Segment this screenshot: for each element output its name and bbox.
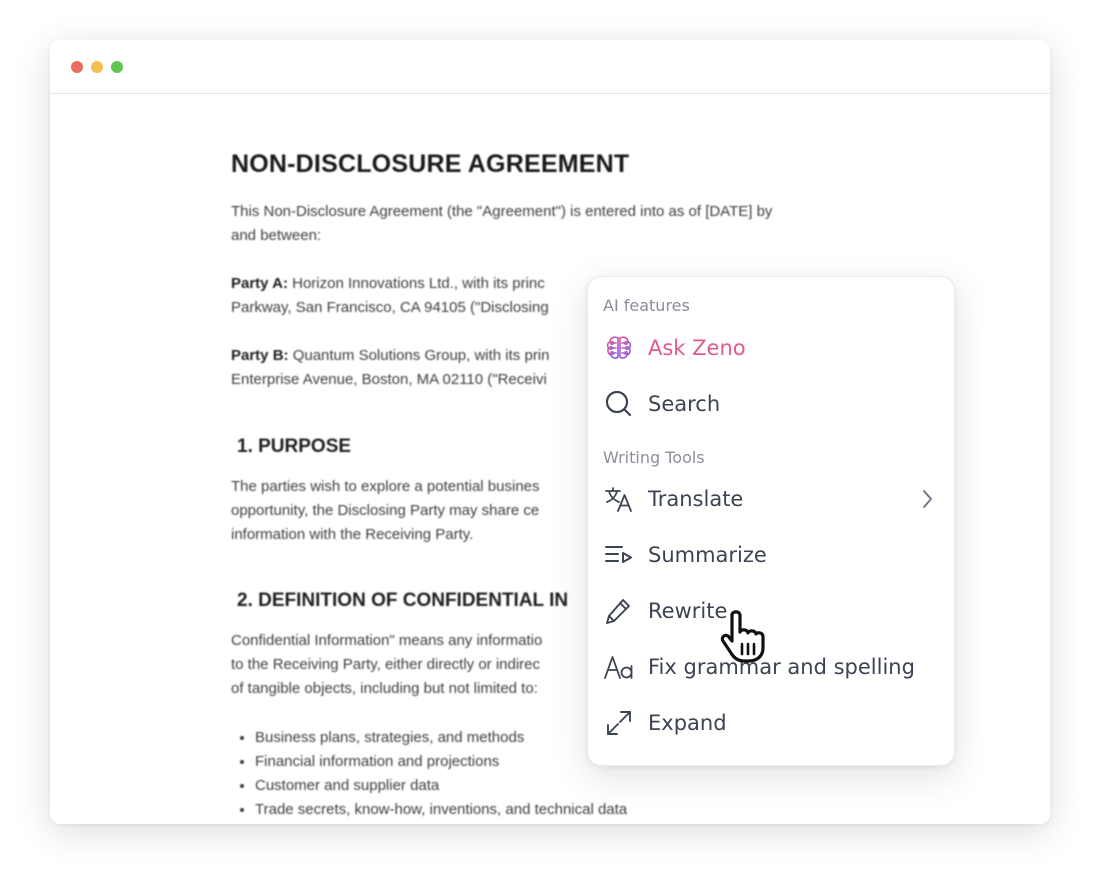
section-1-heading: 1. PURPOSE <box>237 436 352 457</box>
writing-tools-section-label: Writing Tools <box>603 448 705 467</box>
search-menu-item[interactable]: Search <box>588 380 954 428</box>
party-b-text: Quantum Solutions Group, with its prin <box>288 347 550 364</box>
list-item: Business plans, strategies, and methods <box>255 726 627 750</box>
expand-label: Expand <box>648 711 727 735</box>
translate-menu-item[interactable]: Translate <box>588 475 954 523</box>
summarize-icon <box>604 541 634 569</box>
party-a-line-2: Parkway, San Francisco, CA 94105 ("Discl… <box>231 299 549 316</box>
rewrite-label: Rewrite <box>648 599 728 623</box>
close-window-button[interactable] <box>71 61 83 73</box>
search-label: Search <box>648 392 721 416</box>
section-1-line-2: opportunity, the Disclosing Party may sh… <box>231 502 540 519</box>
expand-arrows-icon <box>604 709 634 737</box>
party-a-label: Party A: <box>231 275 288 292</box>
intro-line-1: This Non-Disclosure Agreement (the "Agre… <box>231 203 773 220</box>
zoom-window-button[interactable] <box>111 61 123 73</box>
bullet-list: Business plans, strategies, and methods … <box>231 726 627 822</box>
expand-menu-item[interactable]: Expand <box>588 699 954 747</box>
chevron-right-icon <box>920 488 934 510</box>
section-2-line-2: to the Receiving Party, either directly … <box>231 656 541 673</box>
translate-icon <box>604 485 634 513</box>
section-2-line-3: of tangible objects, including but not l… <box>231 680 538 697</box>
fix-grammar-label: Fix grammar and spelling <box>648 655 915 679</box>
section-2-heading: 2. DEFINITION OF CONFIDENTIAL IN <box>237 590 569 611</box>
minimize-window-button[interactable] <box>91 61 103 73</box>
brain-icon <box>604 334 634 362</box>
hand-pointer-cursor-icon <box>720 610 770 664</box>
party-b-line-1: Party B: Quantum Solutions Group, with i… <box>231 344 550 368</box>
party-a-line-1: Party A: Horizon Innovations Ltd., with … <box>231 272 545 296</box>
party-a-text: Horizon Innovations Ltd., with its princ <box>287 275 545 292</box>
rewrite-menu-item[interactable]: Rewrite <box>588 587 954 635</box>
section-2-line-1: Confidential Information" means any info… <box>231 632 543 649</box>
search-icon <box>604 390 634 418</box>
ask-zeno-menu-item[interactable]: Ask Zeno <box>588 324 954 372</box>
ai-features-section-label: AI features <box>603 296 690 315</box>
document-title: NON-DISCLOSURE AGREEMENT <box>231 150 630 178</box>
summarize-label: Summarize <box>648 543 767 567</box>
title-bar <box>50 40 1050 94</box>
party-b-label: Party B: <box>231 347 289 364</box>
section-1-line-1: The parties wish to explore a potential … <box>231 478 540 495</box>
app-window: NON-DISCLOSURE AGREEMENT This Non-Disclo… <box>50 40 1050 824</box>
list-item: Customer and supplier data <box>255 774 627 798</box>
ask-zeno-label: Ask Zeno <box>648 336 746 360</box>
font-aa-icon <box>604 653 634 681</box>
list-item: Financial information and projections <box>255 750 627 774</box>
list-item: Trade secrets, know-how, inventions, and… <box>255 798 627 822</box>
pencil-icon <box>604 597 634 625</box>
party-b-line-2: Enterprise Avenue, Boston, MA 02110 ("Re… <box>231 371 547 388</box>
context-menu: AI features Ask Zeno Search Writing Tool… <box>587 276 955 766</box>
intro-line-2: and between: <box>231 227 322 244</box>
translate-label: Translate <box>648 487 744 511</box>
summarize-menu-item[interactable]: Summarize <box>588 531 954 579</box>
fix-grammar-menu-item[interactable]: Fix grammar and spelling <box>588 643 954 691</box>
section-1-line-3: information with the Receiving Party. <box>231 526 474 543</box>
